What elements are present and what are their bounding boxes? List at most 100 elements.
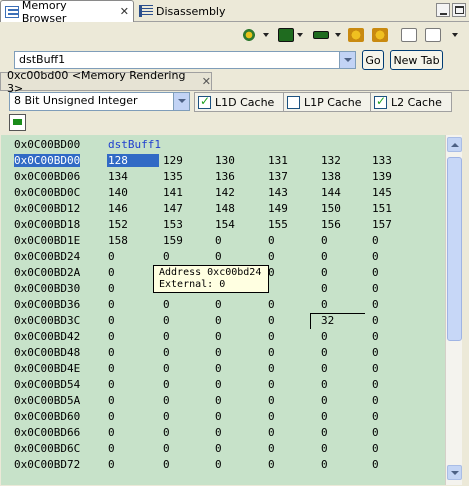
memory-value-cell[interactable]: 0 (268, 410, 275, 423)
memory-value-cell[interactable]: 0 (108, 362, 115, 375)
memory-value-cell[interactable]: 0 (268, 442, 275, 455)
view-menu-icon[interactable] (452, 33, 458, 37)
memory-value-cell[interactable]: 0 (372, 250, 379, 263)
memory-value-cell[interactable]: 0 (268, 394, 275, 407)
close-icon[interactable]: ✕ (202, 75, 211, 88)
chevron-down-icon[interactable] (297, 33, 303, 37)
memory-value-cell[interactable]: 0 (321, 410, 328, 423)
memory-value-cell[interactable]: 0 (372, 410, 379, 423)
memory-value-cell[interactable]: 138 (321, 170, 341, 183)
memory-value-cell[interactable]: 0 (108, 394, 115, 407)
memory-value-cell[interactable]: 0 (163, 298, 170, 311)
memory-value-cell[interactable]: 155 (268, 218, 288, 231)
memory-value-cell[interactable]: 140 (108, 186, 128, 199)
memory-value-cell[interactable]: 0 (321, 458, 328, 471)
memory-value-cell[interactable]: 0 (108, 250, 115, 263)
memory-value-cell[interactable]: 0 (372, 234, 379, 247)
memory-value-cell[interactable]: 0 (268, 426, 275, 439)
memory-value-cell[interactable]: 0 (163, 410, 170, 423)
refresh-gear-icon[interactable] (241, 28, 257, 42)
memory-value-cell[interactable]: 0 (268, 378, 275, 391)
new-tab-button[interactable]: New Tab (390, 50, 443, 70)
scroll-down-button[interactable] (447, 465, 462, 480)
memory-value-cell[interactable]: 0 (372, 426, 379, 439)
memory-value-cell[interactable]: 134 (108, 170, 128, 183)
memory-value-cell[interactable]: 0 (215, 426, 222, 439)
memory-value-cell[interactable]: 131 (268, 154, 288, 167)
memory-value-cell[interactable]: 0 (215, 378, 222, 391)
memory-value-cell[interactable]: 130 (215, 154, 235, 167)
memory-value-cell[interactable]: 0 (215, 298, 222, 311)
memory-value-cell[interactable]: 133 (372, 154, 392, 167)
memory-value-cell[interactable]: 0 (372, 330, 379, 343)
tab-disassembly[interactable]: Disassembly (135, 0, 235, 22)
memory-value-cell[interactable]: 0 (163, 442, 170, 455)
checkbox-checked-icon[interactable] (374, 94, 387, 109)
memory-value-cell[interactable]: 0 (372, 442, 379, 455)
memory-value-cell[interactable]: 0 (372, 458, 379, 471)
memory-value-cell[interactable]: 149 (268, 202, 288, 215)
pin-icon[interactable] (425, 28, 441, 42)
memory-value-cell[interactable]: 0 (321, 266, 328, 279)
maximize-icon[interactable] (452, 3, 466, 17)
memory-value-cell[interactable]: 0 (215, 330, 222, 343)
memory-value-cell[interactable]: 0 (108, 426, 115, 439)
memory-value-cell[interactable]: 129 (163, 154, 183, 167)
memory-value-cell[interactable]: 157 (372, 218, 392, 231)
memory-value-cell[interactable]: 145 (372, 186, 392, 199)
memory-value-cell[interactable]: 136 (215, 170, 235, 183)
memory-value-cell[interactable]: 132 (321, 154, 341, 167)
memory-value-cell[interactable]: 0 (372, 282, 379, 295)
memory-value-cell[interactable]: 0 (268, 330, 275, 343)
chevron-down-icon[interactable] (263, 33, 269, 37)
memory-value-cell[interactable]: 0 (268, 458, 275, 471)
memory-value-cell[interactable]: 0 (268, 346, 275, 359)
memory-value-cell[interactable]: 0 (108, 266, 115, 279)
import-icon[interactable] (348, 28, 364, 42)
tab-memory-browser[interactable]: Memory Browser ✕ (0, 0, 134, 25)
memory-value-cell[interactable]: 128 (107, 154, 159, 167)
memory-chip-icon[interactable] (313, 31, 329, 39)
expression-input[interactable]: dstBuff1 (14, 51, 356, 69)
memory-value-cell[interactable]: 0 (321, 234, 328, 247)
new-view-icon[interactable] (401, 28, 417, 42)
memory-value-cell[interactable]: 0 (215, 234, 222, 247)
memory-value-cell[interactable]: 0 (215, 410, 222, 423)
memory-value-cell[interactable]: 0 (163, 330, 170, 343)
memory-value-cell[interactable]: 0 (372, 266, 379, 279)
memory-value-cell[interactable]: 0 (268, 234, 275, 247)
memory-value-cell[interactable]: 0 (163, 378, 170, 391)
memory-value-cell[interactable]: 0 (163, 314, 170, 327)
memory-value-cell[interactable]: 154 (215, 218, 235, 231)
memory-value-cell[interactable]: 0 (321, 282, 328, 295)
memory-value-cell[interactable]: 0 (163, 426, 170, 439)
format-select[interactable]: 8 Bit Unsigned Integer (9, 92, 190, 111)
l2-cache-checkbox[interactable]: L2 Cache (370, 92, 452, 112)
memory-value-cell[interactable]: 0 (108, 378, 115, 391)
close-icon[interactable]: ✕ (120, 5, 129, 18)
memory-value-cell[interactable]: 0 (321, 330, 328, 343)
memory-value-cell[interactable]: 0 (372, 394, 379, 407)
memory-value-cell[interactable]: 0 (108, 410, 115, 423)
memory-value-cell[interactable]: 144 (321, 186, 341, 199)
memory-value-cell[interactable]: 156 (321, 218, 341, 231)
memory-value-cell[interactable]: 139 (372, 170, 392, 183)
memory-value-cell[interactable]: 137 (268, 170, 288, 183)
l1p-cache-checkbox[interactable]: L1P Cache (283, 92, 371, 112)
chevron-down-icon[interactable] (339, 52, 355, 68)
export-icon[interactable] (372, 28, 388, 42)
chevron-down-icon[interactable] (173, 93, 189, 110)
memory-value-cell[interactable]: 0 (321, 346, 328, 359)
minimize-icon[interactable] (436, 3, 450, 17)
memory-value-cell[interactable]: 143 (268, 186, 288, 199)
memory-value-cell[interactable]: 0 (108, 458, 115, 471)
go-button[interactable]: Go (362, 50, 384, 70)
memory-value-cell[interactable]: 0 (372, 298, 379, 311)
vertical-scrollbar[interactable] (445, 135, 462, 485)
memory-value-cell[interactable]: 0 (321, 442, 328, 455)
memory-value-cell[interactable]: 0 (108, 298, 115, 311)
memory-value-cell[interactable]: 158 (108, 234, 128, 247)
memory-value-cell[interactable]: 151 (372, 202, 392, 215)
memory-value-cell[interactable]: 0 (108, 346, 115, 359)
memory-map-icon[interactable] (278, 28, 294, 42)
